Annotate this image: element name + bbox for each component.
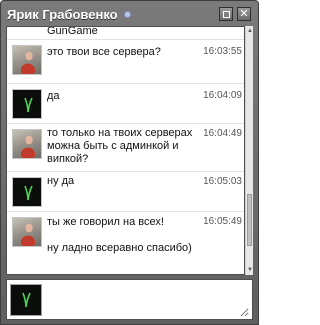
restore-button[interactable] (219, 7, 233, 21)
contact-avatar[interactable] (12, 129, 42, 159)
message-text: ты же говорил на всех! ну ладно всеравно… (47, 216, 192, 254)
message-timestamp: 16:05:49 (203, 216, 242, 227)
vine-logo-icon (22, 292, 31, 308)
message-scrollbar[interactable]: ▲ ▼ (245, 26, 253, 275)
message-text: это твои все сервера? (47, 46, 161, 58)
status-indicator-icon (123, 11, 131, 18)
message-text: то только на твоих серверах можна быть с… (47, 127, 193, 165)
own-avatar[interactable] (12, 89, 42, 119)
message-history[interactable]: GunGame это твои все сервера? 16:03:55 д… (6, 26, 245, 275)
vine-logo-icon (24, 97, 33, 113)
own-avatar[interactable] (10, 284, 42, 316)
vine-logo-icon (24, 185, 33, 201)
composer (6, 279, 253, 320)
message-text: да (47, 90, 60, 102)
restore-icon (222, 10, 230, 18)
own-avatar[interactable] (12, 177, 42, 207)
close-icon: ✕ (239, 7, 249, 20)
message-row: ну да 16:05:03 (7, 171, 244, 211)
message-text: ну да (47, 175, 75, 187)
scroll-thumb[interactable] (247, 194, 252, 246)
contact-avatar[interactable] (12, 45, 42, 75)
message-timestamp: 16:03:55 (203, 46, 242, 57)
message-row: то только на твоих серверах можна быть с… (7, 123, 244, 171)
scroll-up-icon[interactable]: ▲ (246, 27, 254, 35)
message-timestamp: 16:04:49 (203, 128, 242, 139)
message-row: да 16:04:09 (7, 83, 244, 123)
close-button[interactable]: ✕ (237, 7, 251, 21)
message-row: это твои все сервера? 16:03:55 (7, 39, 244, 83)
message-input[interactable] (47, 283, 249, 317)
message-timestamp: 16:04:09 (203, 90, 242, 101)
contact-avatar[interactable] (12, 217, 42, 247)
contact-name: Ярик Грабовенко (7, 6, 118, 22)
message-row: ты же говорил на всех! ну ладно всеравно… (7, 211, 244, 271)
scroll-down-icon[interactable]: ▼ (246, 266, 254, 274)
message-timestamp: 16:05:03 (203, 176, 242, 187)
partial-message-text: GunGame (47, 26, 98, 37)
